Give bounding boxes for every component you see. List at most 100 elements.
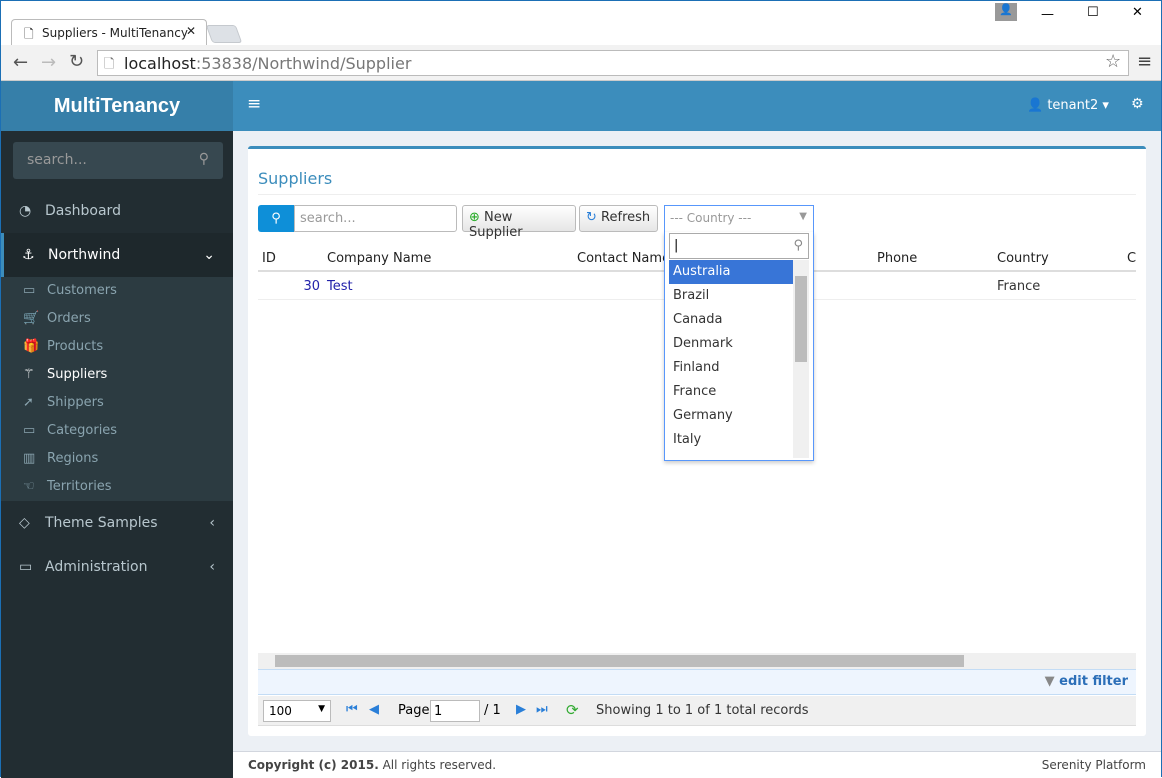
page-label: Page bbox=[398, 703, 430, 718]
country-option[interactable]: Canada bbox=[669, 308, 793, 332]
column-header-phone[interactable]: Phone bbox=[877, 251, 917, 266]
label: Customers bbox=[47, 283, 117, 298]
app-logo[interactable]: MultiTenancy bbox=[1, 81, 233, 131]
browser-tab[interactable]: 🗋 Suppliers - MultiTenancy ✕ bbox=[11, 19, 207, 46]
label: Products bbox=[47, 339, 104, 354]
search-icon[interactable]: ⚲ bbox=[199, 151, 209, 167]
sidebar-item-administration[interactable]: ▭ Administration ‹ bbox=[1, 545, 233, 589]
label: Refresh bbox=[601, 210, 651, 225]
minimize-button[interactable]: — bbox=[1041, 7, 1054, 22]
sidebar-item-theme-samples[interactable]: ◇ Theme Samples ‹ bbox=[1, 501, 233, 545]
column-header-country[interactable]: Country bbox=[997, 251, 1049, 266]
horizontal-scrollbar[interactable] bbox=[258, 653, 1136, 669]
sidebar-search-input[interactable]: search... ⚲ bbox=[13, 142, 223, 179]
dropdown-scrollbar[interactable] bbox=[793, 260, 809, 458]
label: Theme Samples bbox=[45, 515, 158, 531]
chevron-down-icon: ⌄ bbox=[203, 247, 215, 263]
folder-icon: ▭ bbox=[23, 423, 36, 438]
close-window-button[interactable]: ✕ bbox=[1132, 5, 1143, 20]
copyright-bold: Copyright (c) 2015. bbox=[248, 758, 379, 772]
northwind-submenu: ▭ Customers 🛒 Orders 🎁 Products ⚚ Suppliers … bbox=[1, 277, 233, 501]
menu-icon[interactable]: ≡ bbox=[1137, 51, 1152, 72]
country-option[interactable]: Germany bbox=[669, 404, 793, 428]
anchor-icon: ⚓ bbox=[22, 247, 35, 263]
scrollbar-thumb[interactable] bbox=[275, 655, 964, 667]
sidebar-item-shippers[interactable]: ➚ Shippers bbox=[1, 389, 233, 417]
cell-id: 30 bbox=[303, 279, 320, 294]
label: --- Country --- bbox=[670, 211, 752, 225]
address-bar-row: ← → ↻ 🗋 localhost:53838/Northwind/Supplie… bbox=[1, 45, 1161, 81]
forward-icon[interactable]: → bbox=[41, 52, 56, 73]
column-header-c[interactable]: C bbox=[1127, 251, 1136, 266]
divider bbox=[258, 194, 1136, 195]
sidebar-item-products[interactable]: 🎁 Products bbox=[1, 333, 233, 361]
star-icon[interactable]: ☆ bbox=[1105, 51, 1121, 72]
back-icon[interactable]: ← bbox=[13, 52, 28, 73]
close-tab-icon[interactable]: ✕ bbox=[186, 24, 196, 38]
page-title: Suppliers bbox=[258, 169, 333, 188]
chevron-left-icon: ‹ bbox=[209, 559, 215, 575]
user-menu[interactable]: 👤 tenant2 ▾ bbox=[1027, 98, 1109, 113]
reload-icon[interactable]: ↻ bbox=[69, 51, 84, 72]
gift-icon: 🎁 bbox=[23, 339, 40, 354]
profile-icon[interactable]: 👤 bbox=[995, 3, 1017, 21]
cart-icon: 🛒 bbox=[23, 311, 40, 326]
top-navbar: ≡ 👤 tenant2 ▾ ⚙ bbox=[233, 81, 1161, 131]
scrollbar-thumb[interactable] bbox=[795, 276, 807, 362]
caret-down-icon: ▼ bbox=[318, 704, 325, 714]
reload-icon[interactable]: ⟳ bbox=[566, 701, 579, 719]
desktop-icon: ▭ bbox=[19, 559, 33, 575]
sidebar-item-orders[interactable]: 🛒 Orders bbox=[1, 305, 233, 333]
column-header-contact-name[interactable]: Contact Name bbox=[577, 251, 670, 266]
url-input[interactable]: 🗋 localhost:53838/Northwind/Supplier bbox=[97, 50, 1129, 76]
refresh-button[interactable]: ↻ Refresh bbox=[579, 205, 658, 232]
sidebar-item-northwind[interactable]: ⚓ Northwind ⌄ bbox=[1, 233, 233, 277]
page-icon: 🗋 bbox=[24, 27, 34, 41]
edit-filter-link[interactable]: ▼ edit filter bbox=[1045, 674, 1128, 689]
label: Northwind bbox=[48, 247, 121, 263]
first-page-icon[interactable]: ⏮ bbox=[346, 702, 358, 717]
column-header-id[interactable]: ID bbox=[262, 251, 276, 266]
country-option[interactable]: Australia bbox=[669, 260, 793, 284]
grid-search-input[interactable]: search... bbox=[294, 205, 457, 232]
country-select[interactable]: --- Country --- ▼ bbox=[664, 205, 814, 232]
country-option[interactable]: France bbox=[669, 380, 793, 404]
label: Suppliers bbox=[47, 367, 108, 382]
next-page-icon[interactable]: ▶ bbox=[516, 702, 526, 717]
country-option[interactable]: Brazil bbox=[669, 284, 793, 308]
label: Categories bbox=[47, 423, 118, 438]
platform-text: Serenity Platform bbox=[1041, 758, 1146, 772]
sidebar-item-suppliers[interactable]: ⚚ Suppliers bbox=[1, 361, 233, 389]
sidebar-item-customers[interactable]: ▭ Customers bbox=[1, 277, 233, 305]
rocket-icon: ➚ bbox=[23, 395, 34, 410]
sidebar-item-regions[interactable]: ▥ Regions bbox=[1, 445, 233, 473]
new-supplier-button[interactable]: ⊕ New Supplier bbox=[462, 205, 576, 240]
page-size-select[interactable]: 100 ▼ bbox=[263, 700, 331, 722]
search-icon[interactable]: ⚲ bbox=[258, 205, 294, 232]
sidebar-item-dashboard[interactable]: ◔ Dashboard bbox=[1, 189, 233, 233]
sidebar-toggle-icon[interactable]: ≡ bbox=[247, 94, 261, 114]
cell-country: France bbox=[997, 279, 1041, 294]
new-tab-button[interactable] bbox=[205, 25, 243, 43]
country-search-input[interactable]: | ⚲ bbox=[669, 233, 809, 259]
last-page-icon[interactable]: ⏭ bbox=[536, 702, 548, 717]
label: Dashboard bbox=[45, 203, 121, 219]
maximize-button[interactable]: ☐ bbox=[1087, 5, 1099, 20]
label: Orders bbox=[47, 311, 91, 326]
prev-page-icon[interactable]: ◀ bbox=[369, 702, 379, 717]
search-icon: ⚲ bbox=[793, 238, 803, 253]
refresh-icon: ↻ bbox=[586, 210, 597, 225]
sidebar-item-territories[interactable]: ☜ Territories bbox=[1, 473, 233, 501]
page-input[interactable]: 1 bbox=[430, 700, 480, 722]
country-option[interactable]: Finland bbox=[669, 356, 793, 380]
company-link[interactable]: Test bbox=[327, 279, 353, 294]
caret-down-icon: ▼ bbox=[799, 211, 807, 222]
sidebar-item-categories[interactable]: ▭ Categories bbox=[1, 417, 233, 445]
column-header-company-name[interactable]: Company Name bbox=[327, 251, 431, 266]
settings-icon[interactable]: ⚙ bbox=[1131, 96, 1144, 112]
user-name: tenant2 bbox=[1047, 98, 1099, 113]
country-option[interactable]: Italy bbox=[669, 428, 793, 452]
country-option[interactable]: Denmark bbox=[669, 332, 793, 356]
label: Administration bbox=[45, 559, 148, 575]
label: Shippers bbox=[47, 395, 104, 410]
